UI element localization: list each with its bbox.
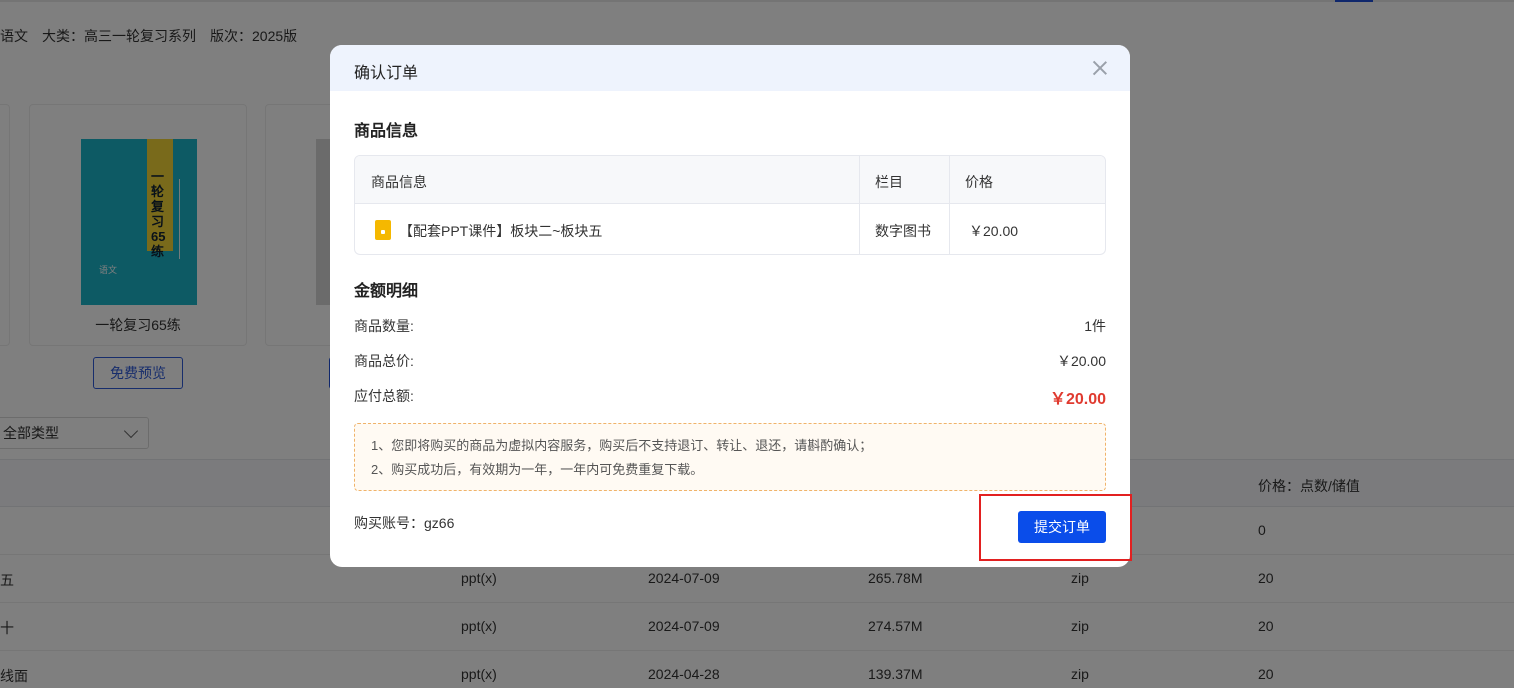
total-price-value: ￥20.00 (1056, 353, 1106, 369)
goods-section-title: 商品信息 (354, 123, 419, 140)
goods-header-name: 商品信息 (371, 174, 427, 190)
goods-item-column: 数字图书 (875, 223, 931, 239)
amount-section-title: 金额明细 (354, 283, 419, 300)
goods-header-column: 栏目 (875, 174, 903, 190)
close-icon[interactable] (1090, 58, 1110, 78)
total-price-row: 商品总价: ￥20.00 (354, 351, 1106, 371)
goods-item-name: 【配套PPT课件】板块二~板块五 (399, 223, 603, 239)
notice-line: 2、购买成功后，有效期为一年，一年内可免费重复下载。 (371, 462, 704, 477)
column-divider (859, 156, 860, 254)
column-divider (949, 156, 950, 254)
quantity-value: 1件 (1084, 318, 1106, 334)
total-price-label: 商品总价: (354, 353, 414, 369)
confirm-order-dialog: 确认订单 商品信息 商品信息 栏目 价格 【配套PPT课件】板块二~板块五 数字… (330, 45, 1130, 567)
dialog-header: 确认订单 (330, 45, 1130, 91)
purchase-notice: 1、您即将购买的商品为虚拟内容服务，购买后不支持退订、转让、退还，请斟酌确认； … (354, 423, 1106, 491)
goods-header-price: 价格 (965, 174, 993, 190)
payable-value: ￥20.00 (1049, 391, 1106, 408)
goods-item-price: ￥20.00 (969, 223, 1019, 239)
highlight-box (979, 494, 1132, 561)
payable-label: 应付总额: (354, 388, 414, 404)
dialog-title: 确认订单 (354, 65, 419, 82)
file-icon (375, 220, 391, 240)
purchase-account: 购买账号：gz66 (354, 515, 455, 531)
quantity-label: 商品数量: (354, 318, 414, 334)
notice-line: 1、您即将购买的商品为虚拟内容服务，购买后不支持退订、转让、退还，请斟酌确认； (371, 438, 873, 453)
quantity-row: 商品数量: 1件 (354, 316, 1106, 336)
goods-table: 商品信息 栏目 价格 【配套PPT课件】板块二~板块五 数字图书 ￥20.00 (354, 155, 1106, 255)
payable-row: 应付总额: ￥20.00 (354, 386, 1106, 408)
